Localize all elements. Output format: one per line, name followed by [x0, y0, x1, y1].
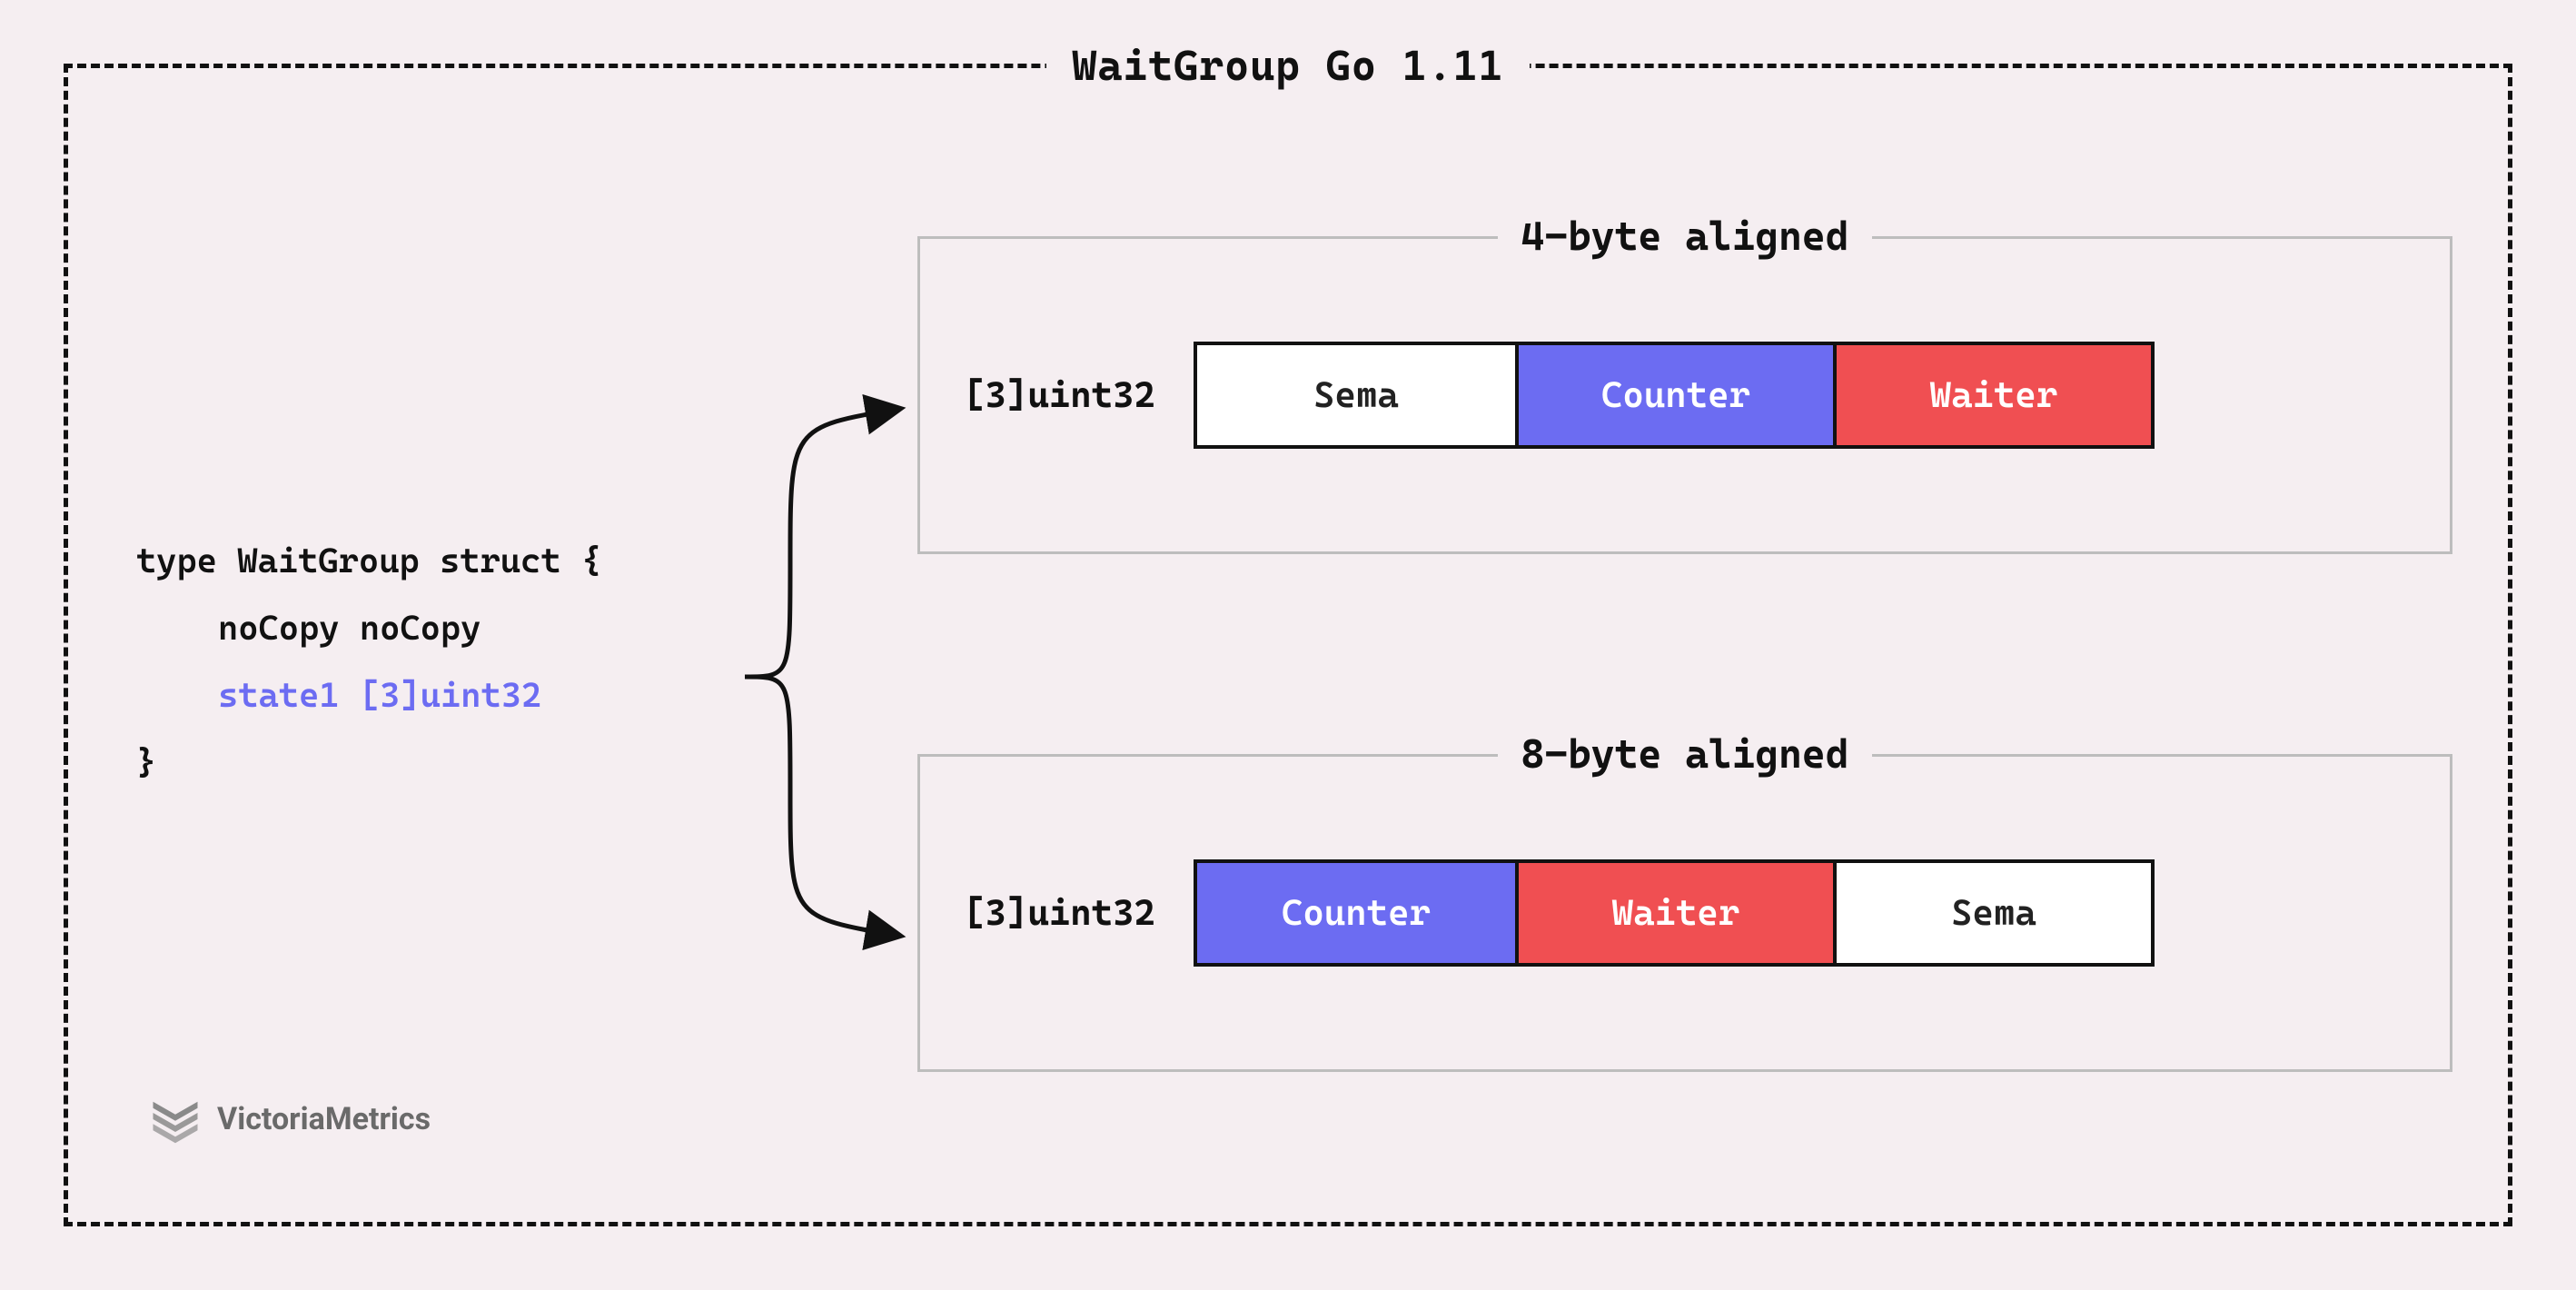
cells-4byte: Sema Counter Waiter — [1194, 342, 2155, 449]
cell-sema: Sema — [1833, 863, 2151, 963]
code-line-3-highlight: state1 [3]uint32 — [136, 661, 601, 729]
diagram-title: WaitGroup Go 1.11 — [1046, 41, 1529, 90]
cell-sema: Sema — [1197, 345, 1515, 445]
cell-waiter: Waiter — [1833, 345, 2151, 445]
code-block: type WaitGroup struct { noCopy noCopy st… — [136, 527, 601, 796]
code-line-2: noCopy noCopy — [136, 594, 601, 661]
array-label-4byte: [3]uint32 — [964, 374, 1155, 416]
group-8byte: 8-byte aligned [3]uint32 Counter Waiter … — [917, 754, 2452, 1072]
code-line-4: } — [136, 742, 156, 782]
code-line-1: type WaitGroup struct { — [136, 541, 601, 580]
cell-counter: Counter — [1197, 863, 1515, 963]
cell-waiter: Waiter — [1515, 863, 1833, 963]
logo-text: VictoriaMetrics — [217, 1101, 431, 1137]
cells-8byte: Counter Waiter Sema — [1194, 859, 2155, 967]
victoriametrics-icon — [150, 1094, 201, 1145]
array-label-8byte: [3]uint32 — [964, 892, 1155, 934]
cell-counter: Counter — [1515, 345, 1833, 445]
group-4byte: 4-byte aligned [3]uint32 Sema Counter Wa… — [917, 236, 2452, 554]
logo: VictoriaMetrics — [150, 1094, 431, 1145]
diagram-canvas: WaitGroup Go 1.11 type WaitGroup struct … — [0, 0, 2576, 1290]
